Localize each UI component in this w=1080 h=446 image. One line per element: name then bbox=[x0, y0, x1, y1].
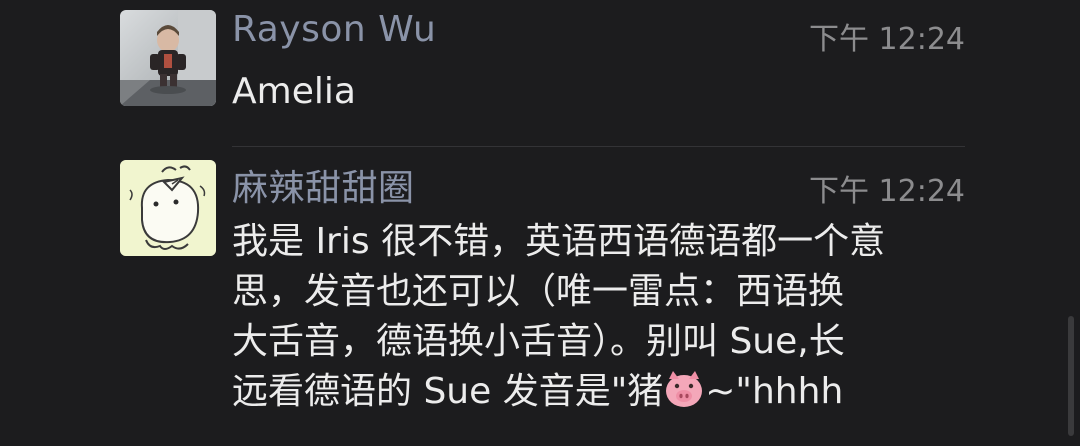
pig-face-icon bbox=[663, 369, 705, 409]
sender-name[interactable]: 麻辣甜甜圈 bbox=[232, 159, 415, 211]
message-item: Rayson Wu 下午 12:24 Amelia bbox=[0, 0, 1080, 146]
chat-window: Rayson Wu 下午 12:24 Amelia 麻辣甜甜圈 下午 12:24… bbox=[0, 0, 1080, 446]
message-timestamp: 下午 12:24 bbox=[809, 22, 965, 57]
message-line: Amelia bbox=[232, 71, 356, 112]
message-line: 远看德语的 Sue 发音是"猪 bbox=[232, 371, 664, 412]
message-line: 大舌音，德语换小舌音）。别叫 Sue,长 bbox=[232, 321, 845, 362]
scrollbar[interactable] bbox=[1068, 316, 1074, 436]
message-line: 我是 Iris 很不错，英语西语德语都一个意 bbox=[232, 221, 886, 262]
doodle-chick-avatar bbox=[120, 160, 216, 256]
message-text: 我是 Iris 很不错，英语西语德语都一个意 思，发音也还可以（唯一雷点：西语换… bbox=[232, 217, 885, 417]
sender-name[interactable]: Rayson Wu bbox=[232, 9, 436, 50]
message-line: 思，发音也还可以（唯一雷点：西语换 bbox=[232, 271, 845, 312]
message-item: 麻辣甜甜圈 下午 12:24 我是 Iris 很不错，英语西语德语都一个意 思，… bbox=[0, 147, 1080, 446]
doll-photo-avatar bbox=[120, 10, 216, 106]
avatar[interactable] bbox=[120, 10, 216, 106]
message-text: Amelia bbox=[232, 67, 356, 117]
message-timestamp: 下午 12:24 bbox=[809, 174, 965, 209]
message-line: ~"hhhh bbox=[705, 371, 844, 412]
message-line-last: 远看德语的 Sue 发音是"猪 ~"hhhh bbox=[232, 367, 885, 417]
avatar[interactable] bbox=[120, 160, 216, 256]
